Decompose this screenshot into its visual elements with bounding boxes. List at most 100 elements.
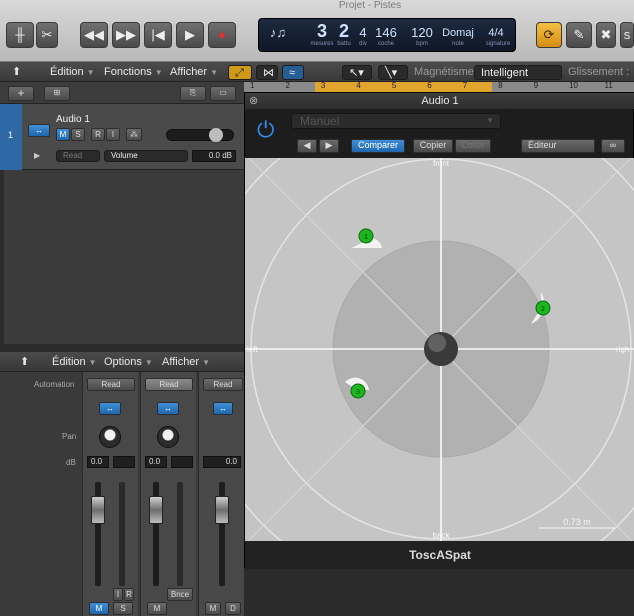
tuner-button[interactable]: ✎	[566, 22, 592, 48]
lcd-display[interactable]: ♪♫ 3 2 4 146 120 Domaj 4/4 mesures battu…	[258, 18, 516, 52]
next-preset-button[interactable]: ▶	[319, 139, 339, 153]
up-arrow-icon[interactable]: ⬆	[8, 65, 32, 80]
menu-edition[interactable]: Édition ▼	[46, 65, 99, 80]
catch-button[interactable]: ⤢	[228, 65, 252, 80]
spatial-panner-canvas[interactable]: 1 2 3 front back left righ 0.73 m	[190, 98, 634, 600]
strip-1-solo-button[interactable]: S	[113, 602, 133, 615]
forward-button[interactable]: ▶▶	[112, 22, 140, 48]
link-plugin-button[interactable]: ∞	[601, 139, 625, 153]
strip-1-icon[interactable]: ↔	[99, 402, 121, 415]
automation-mode-select[interactable]: Read	[56, 150, 100, 162]
track-freeze-button[interactable]: ⁂	[126, 128, 142, 141]
strip-2-mute-button[interactable]: M	[147, 602, 167, 615]
menu-fonctions[interactable]: Fonctions ▼	[100, 65, 167, 80]
track-volume-thumb[interactable]	[209, 128, 223, 142]
record-icon: ●	[218, 27, 226, 42]
strip-1-mute-button[interactable]: M	[89, 602, 109, 615]
editors-toggle-button[interactable]: ✂	[36, 22, 58, 48]
pointer-tool-menu[interactable]: ↖▾	[342, 65, 372, 80]
lcd-measure: 3	[316, 21, 327, 41]
strip-1-pan-knob[interactable]	[99, 426, 121, 448]
track-solo-button[interactable]: S	[71, 128, 85, 141]
strip-2-db-field[interactable]: 0.0	[145, 456, 167, 468]
menu-fonctions-label: Fonctions	[104, 66, 152, 78]
strip-1-db-field[interactable]: 0.0	[87, 456, 109, 468]
link-button[interactable]: ⋈	[256, 65, 278, 80]
previous-preset-button[interactable]: ◀	[297, 139, 317, 153]
mixer-toggle-button[interactable]: ╫	[6, 22, 34, 48]
track-name[interactable]: Audio 1	[56, 114, 90, 125]
lcd-tempo[interactable]: 120	[409, 23, 435, 43]
lcd-key[interactable]: Domaj	[441, 23, 475, 43]
channel-strip-2: Read ↔ 0.0 Bnce M	[140, 372, 196, 616]
global-tracks-button[interactable]: ⎘	[180, 86, 206, 101]
strip-3-mute-button[interactable]: M	[205, 602, 221, 615]
disclosure-triangle-icon[interactable]: ▶	[34, 151, 40, 160]
plugin-window: ⊗ Audio 1 ⏻ Manuel ▼ ◀ ▶ Comparer Copier…	[190, 92, 634, 600]
metronome-icon[interactable]: ♪♫	[263, 23, 293, 43]
ruler-mark: 1	[250, 81, 255, 90]
strip-3-d-button[interactable]: D	[225, 602, 241, 615]
pencil-tool-menu[interactable]: ╲▾	[378, 65, 408, 80]
add-track-button[interactable]: +	[8, 86, 34, 101]
copy-button[interactable]: Copier	[413, 139, 453, 153]
scale-label: 0.73 m	[563, 517, 591, 527]
power-icon[interactable]: ⏻	[257, 119, 274, 141]
strip-3-icon[interactable]: ↔	[213, 402, 233, 415]
new-folder-button[interactable]: ⊞	[44, 86, 70, 101]
track-record-button[interactable]: R	[91, 128, 105, 141]
mixer-menu-options[interactable]: Options ▼	[100, 355, 157, 370]
ruler-mark: 3	[320, 81, 326, 90]
spatial-panner[interactable]: 1 2 3 front back left righ 0.73 m	[190, 98, 634, 600]
strip-3-db-field[interactable]: 0.0	[203, 456, 241, 468]
track-row[interactable]: 1 ↔ Audio 1 M S R I ⁂ ▶ Read Volume 0.0 …	[0, 104, 244, 170]
channel-strip-1: Read ↔ 0.0 I R M S	[82, 372, 138, 616]
track-input-button[interactable]: I	[106, 128, 120, 141]
strip-3-fader[interactable]	[215, 496, 229, 524]
strip-1-input-button[interactable]: I	[113, 588, 123, 601]
right-label: righ	[616, 345, 629, 354]
strip-2-pan-knob[interactable]	[157, 426, 179, 448]
lcd-division: 4	[359, 25, 367, 40]
flex-button[interactable]: ≈	[282, 65, 304, 80]
overflow-button[interactable]: s	[620, 22, 634, 48]
automation-mode-value: Read	[63, 151, 83, 160]
strip-2-bounce-button[interactable]: Bnce	[167, 588, 193, 601]
listener[interactable]	[424, 332, 458, 366]
track-mute-button[interactable]: M	[56, 128, 70, 141]
timeline-ruler[interactable]: 1 2 3 4 5 6 7 8 9 10 11	[244, 81, 634, 92]
close-icon[interactable]: ⊗	[249, 93, 258, 109]
paste-button[interactable]: Coller	[455, 139, 491, 153]
mixer-menu-afficher[interactable]: Afficher ▼	[158, 355, 214, 370]
strip-1-meter	[119, 482, 125, 586]
magnetisme-label: Magnétisme :	[414, 66, 481, 78]
solo-mode-button[interactable]: ✖	[596, 22, 616, 48]
automation-param-select[interactable]: Volume	[104, 150, 188, 162]
strip-1-automation-button[interactable]: Read	[87, 378, 135, 391]
mixer-up-arrow-icon[interactable]: ⬆	[16, 355, 36, 370]
lcd-time-signature[interactable]: 4/4	[481, 23, 511, 43]
strip-2-icon[interactable]: ↔	[157, 402, 179, 415]
scissors-icon: ✂	[41, 27, 53, 42]
menu-afficher[interactable]: Afficher ▼	[166, 65, 222, 80]
strip-1-fader[interactable]	[91, 496, 105, 524]
cycle-button[interactable]: ⟳	[536, 22, 562, 48]
track-icon[interactable]: ↔	[28, 124, 50, 137]
automation-value-field[interactable]: 0.0 dB	[192, 150, 236, 162]
play-button[interactable]: ▶	[176, 22, 204, 48]
mixer-menu-edition[interactable]: Édition ▼	[48, 355, 101, 370]
strip-2-fader[interactable]	[149, 496, 163, 524]
compare-button[interactable]: Comparer	[351, 139, 405, 153]
record-button[interactable]: ●	[208, 22, 236, 48]
track-volume-slider[interactable]	[166, 128, 234, 142]
go-to-start-button[interactable]: |◀	[144, 22, 172, 48]
track-list-empty-area	[4, 170, 244, 344]
strip-3-automation-button[interactable]: Read	[203, 378, 243, 391]
automation-view-button[interactable]: ▭	[210, 86, 236, 101]
magnetisme-select[interactable]: Intelligent	[474, 65, 562, 80]
preset-select[interactable]: Manuel ▼	[291, 113, 501, 129]
view-select[interactable]: Éditeur	[521, 139, 595, 153]
strip-2-automation-button[interactable]: Read	[145, 378, 193, 391]
strip-1-record-button[interactable]: R	[124, 588, 134, 601]
rewind-button[interactable]: ◀◀	[80, 22, 108, 48]
